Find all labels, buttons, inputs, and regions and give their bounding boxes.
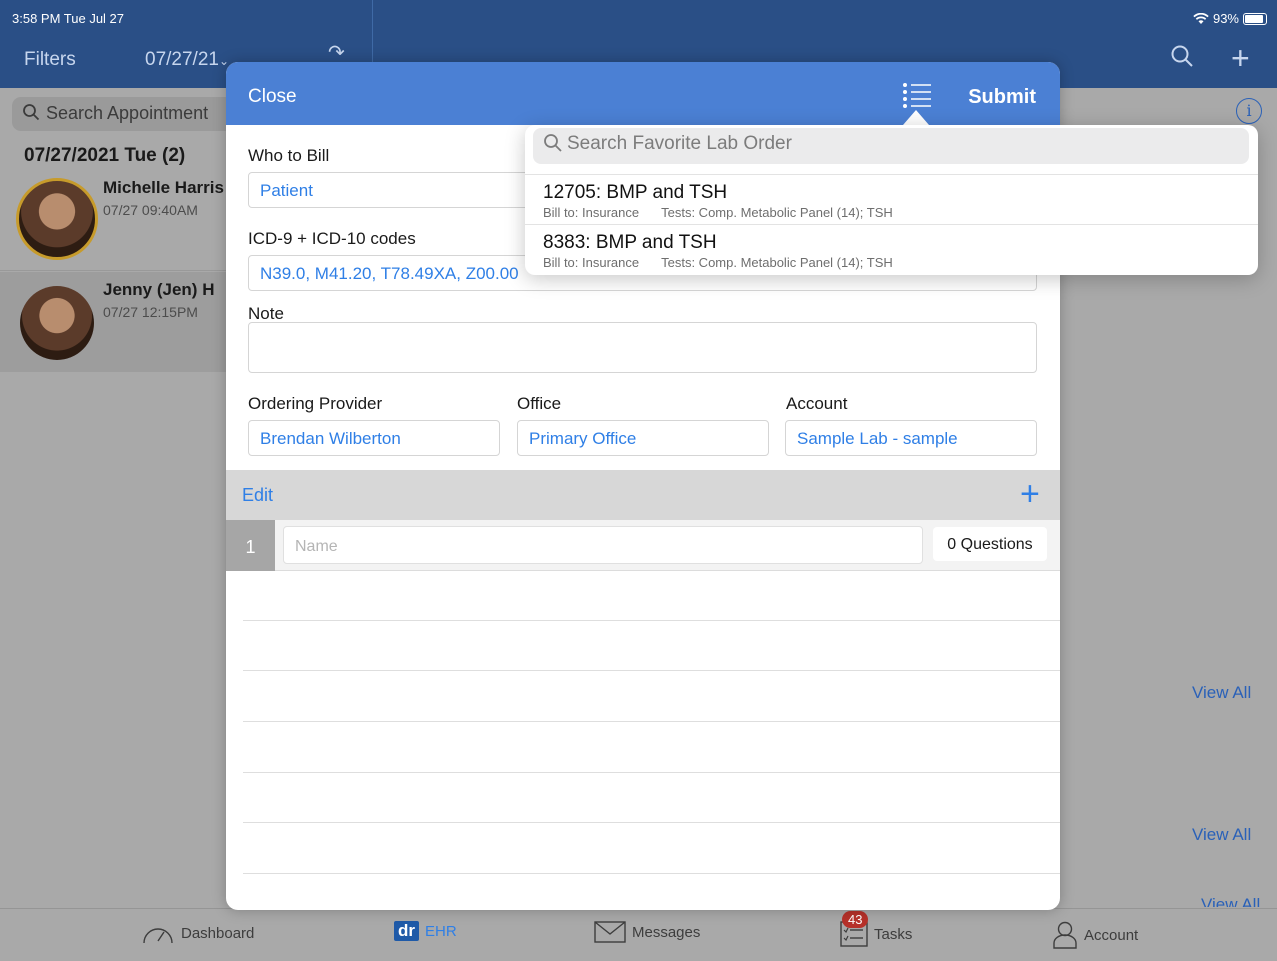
favorite-bill-to: Bill to: Insurance	[543, 255, 640, 270]
edit-button[interactable]: Edit	[242, 485, 273, 506]
favorite-lab-order-item[interactable]: 8383: BMP and TSH Bill to: Insurance Test…	[525, 224, 1258, 274]
date-selector[interactable]: 07/27/21⌄	[145, 49, 229, 71]
ordering-provider-field[interactable]: Brendan Wilberton	[248, 420, 500, 456]
appointment-time: 07/27 09:40AM	[103, 202, 198, 218]
avatar	[16, 178, 98, 260]
row-divider	[243, 772, 1060, 773]
tab-dashboard[interactable]: Dashboard	[141, 921, 254, 945]
tab-label: Messages	[632, 923, 701, 941]
account-label: Account	[786, 394, 848, 413]
question-name-input[interactable]: Name	[283, 526, 923, 564]
filters-button[interactable]: Filters	[24, 49, 76, 71]
dashboard-gauge-icon	[143, 928, 173, 944]
status-time: 3:58 PM Tue Jul 27	[12, 11, 125, 26]
tab-bar: Dashboard dr EHR Messages Tasks Account	[0, 908, 1277, 961]
appointment-search-placeholder: Search Appointment	[46, 103, 209, 123]
account-icon	[1053, 921, 1077, 949]
search-icon	[543, 133, 563, 159]
view-all-link[interactable]: View All	[1192, 825, 1251, 845]
tab-label: Dashboard	[181, 924, 255, 942]
question-row: 1 Name 0 Questions	[226, 520, 1060, 571]
plus-icon[interactable]: +	[1231, 40, 1250, 77]
question-number: 1	[226, 520, 275, 571]
close-button[interactable]: Close	[248, 86, 297, 108]
row-divider	[243, 670, 1060, 671]
date-value: 07/27/21	[145, 49, 219, 70]
favorite-bill-to: Bill to: Insurance	[543, 205, 640, 220]
tab-messages[interactable]: Messages	[594, 921, 700, 943]
wifi-icon	[1193, 12, 1209, 24]
status-bar: 3:58 PM Tue Jul 27 93%	[0, 0, 1277, 30]
battery-icon	[1243, 12, 1267, 25]
who-to-bill-label: Who to Bill	[248, 146, 330, 165]
ordering-provider-label: Ordering Provider	[248, 394, 383, 413]
tab-ehr[interactable]: dr EHR	[394, 921, 457, 941]
tab-label: Tasks	[874, 925, 913, 943]
favorite-title: 8383: BMP and TSH	[543, 232, 717, 253]
avatar	[20, 286, 94, 360]
favorite-tests: Tests: Comp. Metabolic Panel (14); TSH	[661, 205, 893, 220]
appointment-time: 07/27 12:15PM	[103, 304, 198, 320]
row-divider	[243, 721, 1060, 722]
row-divider	[243, 822, 1060, 823]
favorites-list-icon[interactable]	[902, 82, 932, 113]
day-header: 07/27/2021 Tue (2)	[24, 145, 186, 166]
favorite-title: 12705: BMP and TSH	[543, 182, 728, 203]
row-divider	[243, 873, 1060, 874]
favorite-search-input[interactable]: Search Favorite Lab Order	[533, 128, 1249, 164]
favorite-search-placeholder: Search Favorite Lab Order	[567, 133, 792, 154]
status-right: 93%	[1193, 11, 1267, 26]
envelope-icon	[594, 921, 626, 943]
questions-count-button[interactable]: 0 Questions	[933, 527, 1047, 561]
tasks-badge: 43	[842, 911, 869, 928]
popover-arrow	[903, 110, 929, 125]
note-field[interactable]	[248, 322, 1037, 373]
note-label: Note	[248, 304, 284, 323]
office-label: Office	[517, 394, 562, 413]
search-icon	[22, 103, 40, 126]
add-question-icon[interactable]: +	[1020, 475, 1040, 514]
row-divider	[243, 620, 1060, 621]
office-field[interactable]: Primary Office	[517, 420, 769, 456]
account-field[interactable]: Sample Lab - sample	[785, 420, 1037, 456]
icd-codes-label: ICD-9 + ICD-10 codes	[248, 229, 416, 248]
favorite-lab-order-popover: Search Favorite Lab Order 12705: BMP and…	[525, 125, 1258, 275]
tab-label: Account	[1084, 926, 1139, 944]
view-all-link[interactable]: View All	[1201, 895, 1260, 907]
tab-label: EHR	[425, 922, 457, 940]
battery-percent: 93%	[1212, 11, 1239, 26]
modal-header: Close Submit	[226, 62, 1060, 125]
info-icon[interactable]: i	[1236, 98, 1262, 124]
questions-toolbar: Edit +	[226, 470, 1060, 520]
favorite-lab-order-item[interactable]: 12705: BMP and TSH Bill to: Insurance Tes…	[525, 174, 1258, 224]
favorite-tests: Tests: Comp. Metabolic Panel (14); TSH	[661, 255, 893, 270]
submit-button[interactable]: Submit	[968, 86, 1036, 109]
tab-account[interactable]: Account	[1052, 921, 1138, 949]
patient-name: Jenny (Jen) H	[103, 280, 215, 299]
view-all-link[interactable]: View All	[1192, 683, 1251, 703]
patient-name: Michelle Harris	[103, 178, 224, 197]
favorite-subtitle: Bill to: Insurance Tests: Comp. Metabolic…	[543, 205, 893, 220]
search-icon[interactable]	[1170, 44, 1194, 75]
favorite-subtitle: Bill to: Insurance Tests: Comp. Metabolic…	[543, 255, 893, 270]
ehr-dr-icon: dr	[394, 921, 419, 941]
